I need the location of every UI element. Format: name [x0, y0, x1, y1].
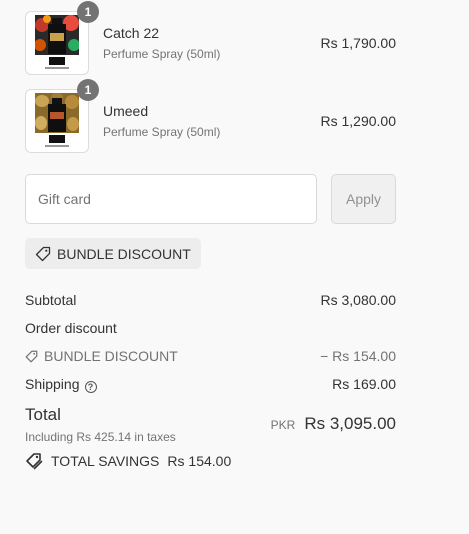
- tags-icon: [26, 453, 43, 470]
- total-savings: TOTAL SAVINGS Rs 154.00: [25, 452, 231, 470]
- tag-icon: [25, 350, 38, 362]
- bundle-discount-value: − Rs 154.00: [320, 348, 396, 364]
- total-value: Rs 3,095.00: [304, 414, 396, 433]
- perfume-bottle-image: [35, 15, 79, 72]
- product-variant: Perfume Spray (50ml): [103, 125, 221, 139]
- product-thumbnail: 1: [25, 79, 99, 153]
- help-icon[interactable]: ?: [84, 381, 97, 393]
- tax-note: Including Rs 425.14 in taxes: [25, 430, 176, 444]
- shipping-line: Shipping?: [25, 376, 97, 393]
- subtotal-label: Subtotal: [25, 292, 77, 308]
- line-item: 1 Umeed Perfume Spray (50ml) Rs 1,290.00: [25, 79, 397, 153]
- perfume-bottle-image: [35, 93, 79, 150]
- gift-card-input[interactable]: [25, 174, 317, 224]
- currency-code: PKR: [270, 418, 296, 432]
- bundle-discount-line: BUNDLE DISCOUNT: [25, 348, 178, 364]
- apply-button[interactable]: Apply: [331, 174, 396, 224]
- applied-discount-tag: BUNDLE DISCOUNT: [25, 238, 201, 269]
- order-discount-label: Order discount: [25, 320, 117, 336]
- savings-label: TOTAL SAVINGS: [51, 453, 160, 469]
- savings-value: Rs 154.00: [167, 453, 232, 469]
- total-amount: PKR Rs 3,095.00: [271, 414, 396, 434]
- product-name: Umeed: [103, 103, 149, 119]
- product-name: Catch 22: [103, 25, 160, 41]
- tag-icon: [35, 246, 51, 261]
- subtotal-value: Rs 3,080.00: [320, 292, 397, 308]
- shipping-value: Rs 169.00: [332, 376, 396, 392]
- product-variant: Perfume Spray (50ml): [103, 47, 221, 61]
- product-price: Rs 1,290.00: [320, 113, 397, 129]
- bundle-discount-label: BUNDLE DISCOUNT: [44, 348, 178, 364]
- product-thumbnail: 1: [25, 1, 99, 75]
- product-price: Rs 1,790.00: [320, 35, 397, 51]
- discount-tag-label: BUNDLE DISCOUNT: [57, 245, 191, 262]
- quantity-badge: 1: [77, 79, 99, 101]
- total-label: Total: [25, 405, 61, 424]
- line-item: 1 Catch 22 Perfume Spray (50ml) Rs 1,790…: [25, 1, 397, 75]
- shipping-label: Shipping: [25, 376, 80, 392]
- quantity-badge: 1: [77, 1, 99, 23]
